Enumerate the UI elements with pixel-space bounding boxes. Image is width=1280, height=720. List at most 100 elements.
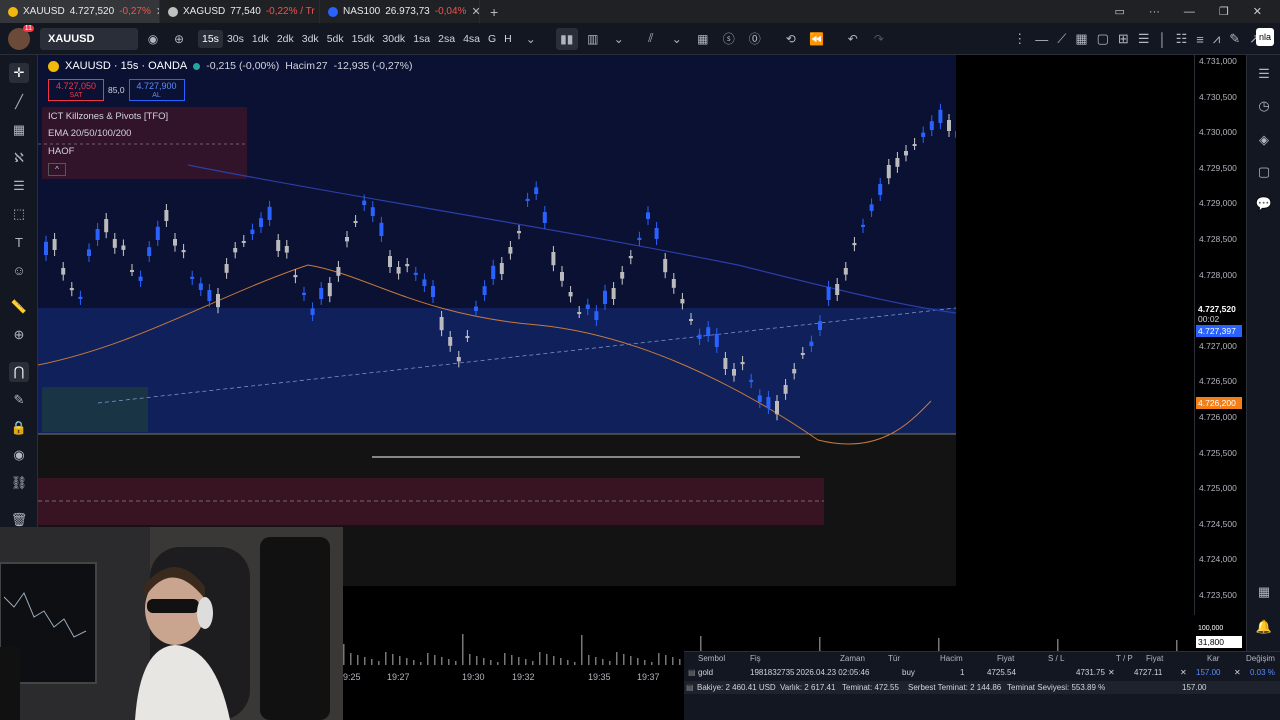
indicator-ict[interactable]: ICT Killzones & Pivots [TFO]: [48, 111, 168, 122]
profile-menu-button[interactable]: nla: [1255, 28, 1274, 46]
templates-icon[interactable]: ▦: [692, 28, 714, 50]
interval-button[interactable]: 1dk: [248, 30, 273, 48]
grid-icon[interactable]: ▦: [1075, 31, 1087, 47]
pattern-tool-icon[interactable]: ℵ: [9, 148, 29, 168]
interval-button[interactable]: 4sa: [459, 30, 484, 48]
link-icon[interactable]: ⛓: [9, 473, 29, 493]
rectangle-icon[interactable]: ▢: [1097, 31, 1109, 47]
zoom-icon[interactable]: ⊕: [9, 325, 29, 345]
layers-icon[interactable]: ◈: [1255, 131, 1273, 149]
lock-icon[interactable]: 🔒: [9, 418, 29, 438]
calendar-icon[interactable]: ▦: [1255, 583, 1273, 601]
column-header[interactable]: Hacim: [940, 654, 963, 663]
trend-line-icon[interactable]: ⟋: [1057, 31, 1066, 47]
drag-handle-icon[interactable]: ⋮: [1013, 31, 1026, 47]
close-position-icon[interactable]: ✕: [1234, 668, 1241, 677]
window-close-icon[interactable]: ✕: [1253, 5, 1262, 18]
column-header[interactable]: Tür: [888, 654, 900, 663]
bell-icon[interactable]: 🔔: [1255, 618, 1273, 636]
remove-tp-icon[interactable]: ✕: [1180, 668, 1187, 677]
avatar[interactable]: 11: [8, 24, 34, 50]
emoji-tool-icon[interactable]: ☺: [9, 260, 29, 280]
browser-tab-nas100[interactable]: NAS100 26.973,73 -0,04% ✕: [320, 0, 480, 23]
visibility-icon[interactable]: ◉: [9, 445, 29, 465]
sell-button[interactable]: 4.727,050 SAT: [48, 79, 104, 101]
maximize-icon[interactable]: ❐: [1219, 5, 1229, 18]
indicator-ema[interactable]: EMA 20/50/100/200: [48, 128, 131, 139]
crosshair-box-icon[interactable]: ⊞: [1118, 31, 1129, 47]
fib-tool-icon[interactable]: ☰: [9, 176, 29, 196]
interval-button[interactable]: 1sa: [409, 30, 434, 48]
volume-bar: [539, 652, 541, 665]
column-header[interactable]: Fiyat: [1146, 654, 1163, 663]
crosshair-icon[interactable]: ✛: [9, 63, 29, 83]
interval-button[interactable]: 15dk: [348, 30, 379, 48]
browser-tab-xauusd[interactable]: XAUUSD 4.727,520 -0,27% ✕: [0, 0, 160, 23]
more-icon[interactable]: ···: [1149, 6, 1160, 18]
column-header[interactable]: S / L: [1048, 654, 1064, 663]
chat-icon[interactable]: ▢: [1255, 163, 1273, 181]
symbol-search-input[interactable]: XAUUSD: [40, 27, 138, 50]
buy-button[interactable]: 4.727,900 AL: [128, 79, 185, 101]
horizontal-line-icon[interactable]: —: [1035, 32, 1048, 47]
minimize-icon[interactable]: —: [1184, 6, 1195, 18]
alert-icon[interactable]: ⟲: [780, 28, 802, 50]
browser-tab-xagusd[interactable]: XAGUSD 77,540 -0,22% / Tr ✕: [160, 0, 320, 23]
column-header[interactable]: Zaman: [840, 654, 865, 663]
new-tab-button[interactable]: +: [480, 4, 508, 20]
cast-icon[interactable]: ▭: [1115, 5, 1125, 18]
tab-close-icon[interactable]: ✕: [471, 5, 479, 18]
s-circle-icon[interactable]: ⓢ: [718, 28, 740, 50]
chevron-down-icon[interactable]: ⌄: [666, 28, 688, 50]
interval-button[interactable]: 5dk: [323, 30, 348, 48]
interval-button[interactable]: 30s: [223, 30, 248, 48]
column-header[interactable]: Sembol: [698, 654, 725, 663]
comment-icon[interactable]: 💬: [1255, 195, 1273, 213]
zero-circle-icon[interactable]: ⓪: [744, 28, 766, 50]
parallel-icon[interactable]: ☷: [1176, 31, 1188, 47]
collapse-legend-button[interactable]: ^: [48, 163, 66, 176]
ruler-icon[interactable]: 📏: [9, 297, 29, 317]
column-header[interactable]: Fiş: [750, 654, 761, 663]
channel-icon[interactable]: ≡: [1196, 32, 1204, 47]
interval-button[interactable]: 2dk: [273, 30, 298, 48]
candles-icon[interactable]: ▮▮: [555, 27, 578, 50]
interval-button[interactable]: G: [484, 30, 500, 48]
vertical-line-icon[interactable]: │: [1158, 32, 1166, 47]
eye-icon[interactable]: ◉: [142, 28, 164, 50]
column-header[interactable]: Kar: [1207, 654, 1219, 663]
shape-tool-icon[interactable]: ⬚: [9, 204, 29, 224]
indicators-icon[interactable]: ⫽: [640, 28, 662, 50]
remove-sl-icon[interactable]: ✕: [1108, 668, 1115, 677]
time-axis[interactable]: 9:25 19:27 19:30 19:32 19:35 19:37: [343, 672, 683, 690]
redo-icon[interactable]: ↷: [868, 28, 890, 50]
interval-button[interactable]: 3dk: [298, 30, 323, 48]
clock-icon[interactable]: ◷: [1255, 97, 1273, 115]
price-scale[interactable]: 4.723,500 4.724,000 4.724,500 4.725,000 4.72…: [1194, 55, 1246, 648]
undo-icon[interactable]: ↶: [842, 28, 864, 50]
interval-button[interactable]: 2sa: [434, 30, 459, 48]
column-header[interactable]: T / P: [1116, 654, 1133, 663]
watchlist-icon[interactable]: ☰: [1255, 65, 1273, 83]
brush-icon[interactable]: ✎: [1229, 31, 1240, 47]
column-header[interactable]: Fiyat: [997, 654, 1014, 663]
interval-button[interactable]: 15s: [198, 29, 223, 48]
compare-icon[interactable]: ▥: [582, 28, 604, 50]
interval-button[interactable]: H: [500, 30, 516, 48]
chevron-down-icon[interactable]: ⌄: [608, 28, 630, 50]
fib-icon[interactable]: ☰: [1138, 31, 1150, 47]
text-tool-icon[interactable]: T: [9, 232, 29, 252]
column-header[interactable]: Değişim: [1246, 654, 1275, 663]
grid-tool-icon[interactable]: ▦: [9, 120, 29, 140]
interval-button[interactable]: 30dk: [378, 30, 409, 48]
indicator-haof[interactable]: HAOF: [48, 146, 74, 157]
pencil-lock-icon[interactable]: ✎: [9, 390, 29, 410]
magnet-icon[interactable]: ⋂: [9, 362, 29, 382]
chevron-down-icon[interactable]: ⌄: [520, 28, 542, 50]
position-row[interactable]: ▤ gold 1981832735 2026.04.23 02:05:46 bu…: [684, 666, 1280, 679]
legend-title[interactable]: XAUUSD · 15s · OANDA: [65, 60, 187, 72]
path-icon[interactable]: ⩘: [1213, 31, 1220, 47]
replay-icon[interactable]: ⏪: [806, 28, 828, 50]
trend-line-tool-icon[interactable]: ╱: [9, 92, 29, 112]
add-symbol-icon[interactable]: ⊕: [168, 28, 190, 50]
